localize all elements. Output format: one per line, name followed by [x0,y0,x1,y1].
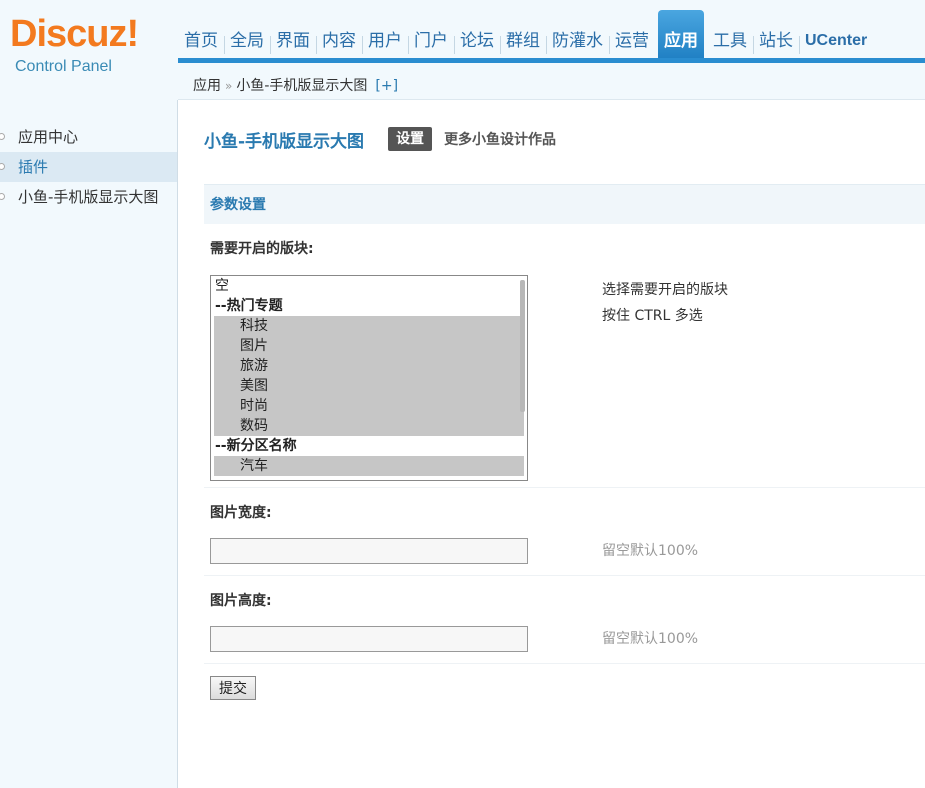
nav-item-groups[interactable]: 群组 [500,22,546,60]
submit-button[interactable]: 提交 [210,676,256,700]
bullet-icon [0,163,5,170]
select-option[interactable]: 数码 [214,416,524,436]
height-input[interactable] [210,626,528,652]
select-option[interactable]: 空 [211,276,527,296]
select-option[interactable]: 旅游 [214,356,524,376]
blocks-hint-line1: 选择需要开启的版块 [602,282,728,298]
nav-item-operations[interactable]: 运营 [609,22,655,60]
height-field-label: 图片高度: [210,593,272,609]
blocks-multiselect[interactable]: 空 --热门专题 科技 图片 旅游 美图 时尚 数码 --新分区名称 汽车 [210,275,528,481]
top-nav: 首页 全局 界面 内容 用户 门户 论坛 群组 防灌水 运营 应用 工具 站长 … [178,0,873,60]
logo-subtitle: Control Panel [15,58,112,75]
sidebar-item-plugins[interactable]: 插件 [0,152,177,182]
nav-item-home[interactable]: 首页 [178,22,224,60]
nav-item-webmaster[interactable]: 站长 [753,22,799,60]
header: Discuz! Control Panel 首页 全局 界面 内容 用户 门户 … [0,0,925,100]
select-option[interactable]: 时尚 [214,396,524,416]
sidebar-item-app-center[interactable]: 应用中心 [0,122,177,152]
sidebar: 应用中心 插件 小鱼-手机版显示大图 [0,100,178,788]
select-option-group: --新分区名称 [215,438,297,454]
nav-item-interface[interactable]: 界面 [270,22,316,60]
logo-bang: ! [126,13,139,55]
nav-item-content[interactable]: 内容 [316,22,362,60]
section-header: 参数设置 [204,184,925,224]
sidebar-item-label: 小鱼-手机版显示大图 [18,188,159,206]
sidebar-item-label: 插件 [18,158,49,176]
sidebar-item-label: 应用中心 [18,128,79,146]
nav-item-antispam[interactable]: 防灌水 [546,22,609,60]
blocks-field-label: 需要开启的版块: [210,241,314,257]
width-field-label: 图片宽度: [210,505,272,521]
nav-item-portal[interactable]: 门户 [408,22,454,60]
settings-tab[interactable]: 设置 [388,127,433,151]
height-hint: 留空默认100% [602,631,699,647]
width-input[interactable] [210,538,528,564]
nav-item-forum[interactable]: 论坛 [454,22,500,60]
nav-item-apps[interactable]: 应用 [658,10,704,60]
breadcrumb-separator: » [225,79,233,93]
row-divider [204,575,925,576]
select-option-group: --热门专题 [215,298,283,314]
sidebar-menu: 应用中心 插件 小鱼-手机版显示大图 [0,122,177,212]
select-option[interactable]: 科技 [214,316,524,336]
row-divider [204,663,925,664]
plugin-title-row: 小鱼-手机版显示大图 设置 更多小鱼设计作品 [204,126,556,152]
breadcrumb-current: 小鱼-手机版显示大图 [236,78,368,94]
blocks-hint-line2: 按住 CTRL 多选 [602,308,703,324]
breadcrumb: 应用 » 小鱼-手机版显示大图 [+] [178,63,925,100]
sidebar-item-plugin-current[interactable]: 小鱼-手机版显示大图 [0,182,177,212]
row-divider [204,487,925,488]
bullet-icon [0,193,5,200]
bullet-icon [0,133,5,140]
width-hint: 留空默认100% [602,543,699,559]
logo-word: Discuz [10,13,127,55]
nav-item-ucenter[interactable]: UCenter [799,22,873,60]
nav-item-users[interactable]: 用户 [362,22,408,60]
logo-wordmark: Discuz! [10,13,139,55]
select-scrollbar[interactable] [520,280,525,412]
select-option[interactable]: 汽车 [214,456,524,476]
plugin-title: 小鱼-手机版显示大图 [204,131,365,152]
logo[interactable]: Discuz! Control Panel [0,0,178,100]
nav-item-global[interactable]: 全局 [224,22,270,60]
nav-item-tools[interactable]: 工具 [707,22,753,60]
breadcrumb-add-button[interactable]: [+] [375,78,398,94]
select-option[interactable]: 图片 [214,336,524,356]
more-works-link[interactable]: 更多小鱼设计作品 [444,129,556,149]
select-option[interactable]: 美图 [214,376,524,396]
breadcrumb-root[interactable]: 应用 [193,78,221,94]
